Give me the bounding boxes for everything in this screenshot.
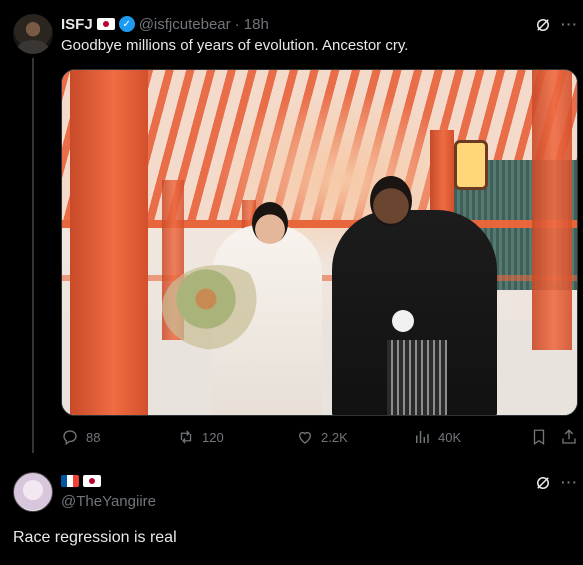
- flag-france-icon: [61, 475, 79, 487]
- bookmark-icon: [533, 429, 545, 446]
- reply-author-handle[interactable]: @TheYangiire: [61, 493, 156, 510]
- like-icon: [299, 431, 311, 444]
- repost-icon: [180, 430, 192, 444]
- reply-icon: [63, 430, 77, 446]
- share-button[interactable]: [560, 428, 578, 446]
- more-icon[interactable]: ···: [561, 16, 578, 32]
- flag-japan-icon: [96, 18, 115, 30]
- repost-count: 120: [202, 429, 224, 445]
- tweet-header: ISFJ ✓ @isfjcutebear · 18h: [61, 15, 269, 33]
- views-count: 40K: [438, 429, 462, 445]
- views-button[interactable]: 40K: [413, 428, 461, 446]
- views-icon: [416, 431, 429, 443]
- reply-text: Race regression is real: [13, 529, 177, 546]
- reply-count: 88: [86, 429, 101, 445]
- like-count: 2.2K: [321, 429, 348, 445]
- verified-icon[interactable]: ✓: [118, 16, 135, 32]
- repost-button[interactable]: 120: [177, 428, 224, 446]
- like-button[interactable]: 2.2K: [296, 428, 348, 446]
- tweet-time[interactable]: · 18h: [235, 16, 269, 33]
- flag-japan-icon: [83, 475, 101, 487]
- author-handle[interactable]: @isfjcutebear: [139, 16, 231, 33]
- reply-author-avatar[interactable]: [13, 472, 53, 512]
- thread-connector-line: [32, 58, 34, 453]
- more-icon[interactable]: ···: [561, 474, 578, 490]
- author-avatar[interactable]: [13, 14, 53, 54]
- grok-icon[interactable]: [534, 16, 552, 34]
- author-name[interactable]: ISFJ: [61, 16, 93, 33]
- tweet-photo[interactable]: [61, 69, 578, 416]
- tweet-action-bar: 88 120 2.2K 40K: [61, 428, 578, 448]
- tweet-text: Goodbye millions of years of evolution. …: [61, 37, 409, 54]
- reply-header: [61, 475, 101, 487]
- bookmark-button[interactable]: [530, 428, 548, 446]
- share-icon: [562, 429, 576, 444]
- grok-icon[interactable]: [534, 474, 552, 492]
- reply-button[interactable]: 88: [61, 428, 100, 446]
